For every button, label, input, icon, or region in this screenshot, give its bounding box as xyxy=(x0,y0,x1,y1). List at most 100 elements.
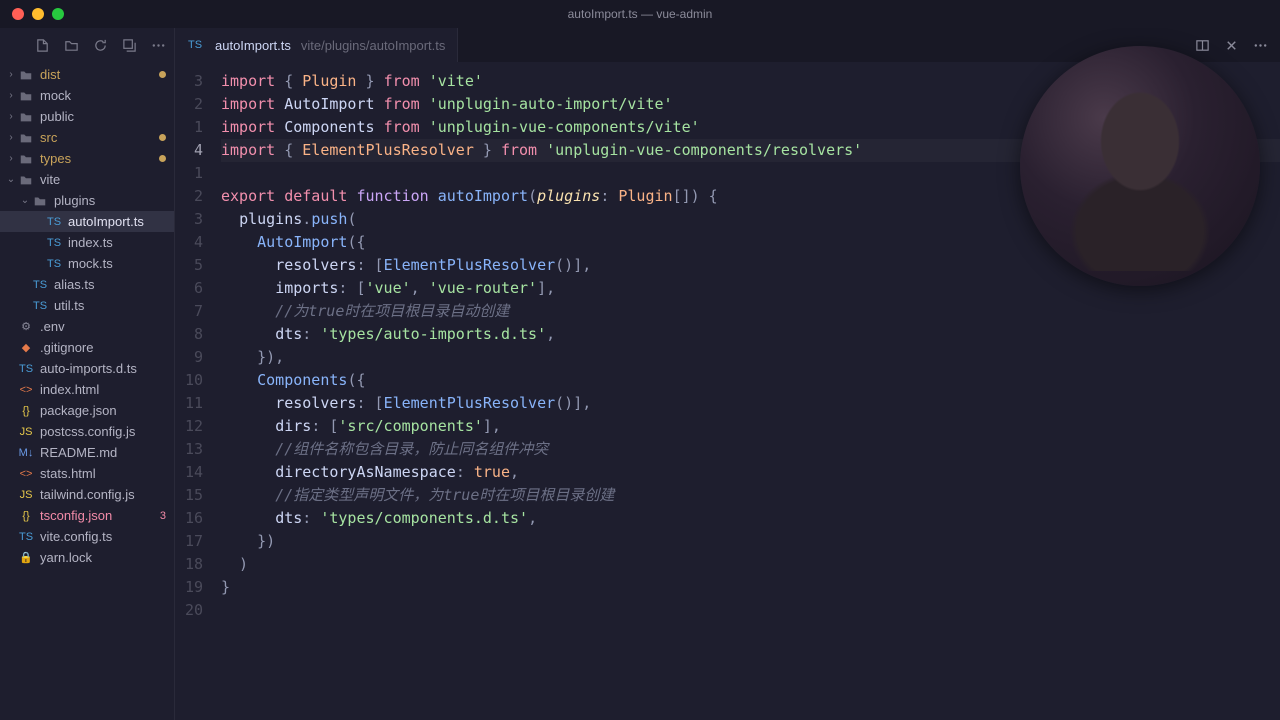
ts-icon: TS xyxy=(32,298,48,314)
line-number: 4 xyxy=(175,139,203,162)
tree-item-mock[interactable]: › mock xyxy=(0,85,174,106)
tree-item-mock-ts[interactable]: TS mock.ts xyxy=(0,253,174,274)
folder-icon xyxy=(32,193,48,209)
json-icon: {} xyxy=(18,508,34,524)
new-folder-icon[interactable] xyxy=(64,38,79,53)
tree-item--gitignore[interactable]: ◆.gitignore xyxy=(0,337,174,358)
line-number: 2 xyxy=(175,185,203,208)
chevron-icon: ⌄ xyxy=(4,174,18,185)
maximize-window-button[interactable] xyxy=(52,8,64,20)
minimize-window-button[interactable] xyxy=(32,8,44,20)
tree-item-vite-config-ts[interactable]: TS vite.config.ts xyxy=(0,526,174,547)
tree-item-autoimport-ts[interactable]: TS autoImport.ts xyxy=(0,211,174,232)
tab-filename: autoImport.ts xyxy=(215,38,291,53)
tree-item-label: autoImport.ts xyxy=(68,214,166,229)
line-number: 3 xyxy=(175,208,203,231)
line-number: 10 xyxy=(175,369,203,392)
line-number: 2 xyxy=(175,93,203,116)
line-number: 19 xyxy=(175,576,203,599)
code-line[interactable]: dirs: ['src/components'], xyxy=(221,415,1280,438)
line-number: 13 xyxy=(175,438,203,461)
tree-item-public[interactable]: › public xyxy=(0,106,174,127)
line-number: 4 xyxy=(175,231,203,254)
folder-icon xyxy=(18,151,34,167)
webcam-overlay xyxy=(1020,46,1260,286)
line-number: 6 xyxy=(175,277,203,300)
tree-item-index-html[interactable]: <>index.html xyxy=(0,379,174,400)
code-line[interactable]: dts: 'types/auto-imports.d.ts', xyxy=(221,323,1280,346)
tree-item-plugins[interactable]: ⌄ plugins xyxy=(0,190,174,211)
code-line[interactable]: Components({ xyxy=(221,369,1280,392)
more-actions-icon[interactable] xyxy=(1253,38,1268,53)
ts-icon: TS xyxy=(46,256,62,272)
tree-item-label: .env xyxy=(40,319,166,334)
tree-item-label: index.ts xyxy=(68,235,166,250)
git-modified-dot xyxy=(159,134,166,141)
chevron-icon: › xyxy=(4,111,18,122)
editor-tab-autoimport[interactable]: TS autoImport.ts vite/plugins/autoImport… xyxy=(175,28,458,62)
code-line[interactable]: //组件名称包含目录，防止同名组件冲突 xyxy=(221,438,1280,461)
tree-item-dist[interactable]: ›dist xyxy=(0,64,174,85)
tree-item-package-json[interactable]: {}package.json xyxy=(0,400,174,421)
tree-item-tsconfig-json[interactable]: {}tsconfig.json3 xyxy=(0,505,174,526)
ts-icon: TS xyxy=(18,529,34,545)
chevron-icon: › xyxy=(4,90,18,101)
tree-item-label: tsconfig.json xyxy=(40,508,156,523)
tree-item-util-ts[interactable]: TSutil.ts xyxy=(0,295,174,316)
js-icon: JS xyxy=(18,424,34,440)
tree-item-alias-ts[interactable]: TSalias.ts xyxy=(0,274,174,295)
collapse-all-icon[interactable] xyxy=(122,38,137,53)
explorer-toolbar xyxy=(0,28,174,62)
tree-item-index-ts[interactable]: TSindex.ts xyxy=(0,232,174,253)
code-line[interactable]: //指定类型声明文件，为true时在项目根目录创建 xyxy=(221,484,1280,507)
tree-item-tailwind-config-js[interactable]: JStailwind.config.js xyxy=(0,484,174,505)
tree-item-src[interactable]: ›src xyxy=(0,127,174,148)
tree-item-label: types xyxy=(40,151,153,166)
close-window-button[interactable] xyxy=(12,8,24,20)
chevron-icon: ⌄ xyxy=(18,195,32,206)
tree-item-label: package.json xyxy=(40,403,166,418)
tree-item-label: public xyxy=(40,109,166,124)
code-line[interactable]: //为true时在项目根目录自动创建 xyxy=(221,300,1280,323)
tree-item-label: src xyxy=(40,130,153,145)
file-tree[interactable]: ›dist›mock›public›src›types⌄vite⌄plugins… xyxy=(0,62,174,720)
tree-item-label: plugins xyxy=(54,193,166,208)
line-number: 8 xyxy=(175,323,203,346)
new-file-icon[interactable] xyxy=(35,38,50,53)
md-icon: M↓ xyxy=(18,445,34,461)
tree-item-types[interactable]: ›types xyxy=(0,148,174,169)
tree-item-label: auto-imports.d.ts xyxy=(40,361,166,376)
ts-icon: TS xyxy=(18,361,34,377)
file-explorer-sidebar: ›dist›mock›public›src›types⌄vite⌄plugins… xyxy=(0,28,175,720)
split-editor-icon[interactable] xyxy=(1195,38,1210,53)
tree-item-label: tailwind.config.js xyxy=(40,487,166,502)
code-line[interactable]: dts: 'types/components.d.ts', xyxy=(221,507,1280,530)
tree-item-vite[interactable]: ⌄vite xyxy=(0,169,174,190)
tree-item-label: .gitignore xyxy=(40,340,166,355)
more-icon[interactable] xyxy=(151,38,166,53)
ts-icon: TS xyxy=(46,214,62,230)
tree-item-readme-md[interactable]: M↓README.md xyxy=(0,442,174,463)
tree-item-label: mock.ts xyxy=(68,256,166,271)
tree-item-postcss-config-js[interactable]: JSpostcss.config.js xyxy=(0,421,174,442)
code-line[interactable]: ) xyxy=(221,553,1280,576)
git-modified-dot xyxy=(159,71,166,78)
tree-item-stats-html[interactable]: <>stats.html xyxy=(0,463,174,484)
tree-item-auto-imports-d-ts[interactable]: TS auto-imports.d.ts xyxy=(0,358,174,379)
code-line[interactable]: }), xyxy=(221,346,1280,369)
line-number: 5 xyxy=(175,254,203,277)
tree-item-label: mock xyxy=(40,88,166,103)
tree-item-yarn-lock[interactable]: 🔒yarn.lock xyxy=(0,547,174,568)
tree-item-label: yarn.lock xyxy=(40,550,166,565)
folder-icon xyxy=(18,109,34,125)
tree-item-label: vite.config.ts xyxy=(40,529,166,544)
code-line[interactable]: } xyxy=(221,576,1280,599)
code-line[interactable]: directoryAsNamespace: true, xyxy=(221,461,1280,484)
code-line[interactable]: }) xyxy=(221,530,1280,553)
folder-icon xyxy=(18,130,34,146)
code-line[interactable]: resolvers: [ElementPlusResolver()], xyxy=(221,392,1280,415)
tree-item--env[interactable]: ⚙.env xyxy=(0,316,174,337)
close-tab-icon[interactable] xyxy=(1224,38,1239,53)
refresh-icon[interactable] xyxy=(93,38,108,53)
code-line[interactable] xyxy=(221,599,1280,622)
